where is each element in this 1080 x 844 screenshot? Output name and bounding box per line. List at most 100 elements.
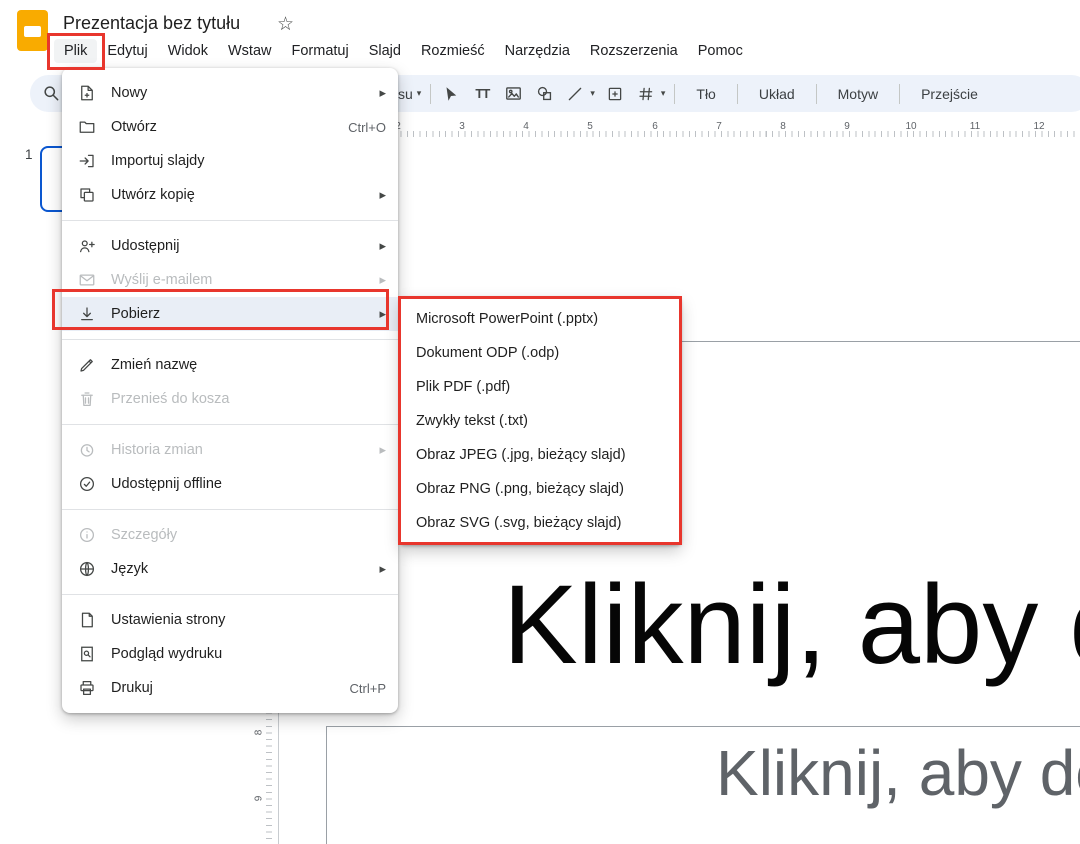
menu-item-udostepnij[interactable]: Udostępnij ▸ xyxy=(62,229,398,263)
chevron-down-icon[interactable]: ▾ xyxy=(661,88,666,99)
ruler-number: 7 xyxy=(716,121,722,132)
menu-divider xyxy=(62,220,398,221)
ruler-number: 10 xyxy=(905,121,916,132)
submenu-arrow-icon: ▸ xyxy=(379,272,386,288)
menu-slajd[interactable]: Slajd xyxy=(359,39,411,63)
grid-tool-icon[interactable] xyxy=(635,83,657,105)
text-tool-icon[interactable]: TT xyxy=(471,83,493,105)
menu-edytuj[interactable]: Edytuj xyxy=(97,39,157,63)
menu-item-label: Zmień nazwę xyxy=(111,357,386,373)
menu-item-label: Drukuj xyxy=(111,680,350,696)
offline-check-circle-icon xyxy=(78,475,98,493)
menu-item-pobierz[interactable]: Pobierz ▸ xyxy=(62,297,398,331)
ruler-number: 12 xyxy=(1033,121,1044,132)
submenu-item-png[interactable]: Obraz PNG (.png, bieżący slajd) xyxy=(400,472,681,506)
zoom-dropdown[interactable]: su xyxy=(398,86,413,102)
file-menu: Nowy ▸ Otwórz Ctrl+O Importuj slajdy Utw… xyxy=(62,68,398,713)
menu-item-label: Wyślij e-mailem xyxy=(111,272,371,288)
toolbar-divider xyxy=(899,84,900,104)
menu-divider xyxy=(62,594,398,595)
theme-button[interactable]: Motyw xyxy=(826,86,890,102)
horizontal-ruler-ticks xyxy=(285,131,1077,137)
submenu-item-odp[interactable]: Dokument ODP (.odp) xyxy=(400,336,681,370)
menu-item-label: Pobierz xyxy=(111,306,371,322)
transition-button[interactable]: Przejście xyxy=(909,86,990,102)
slide-number: 1 xyxy=(25,147,33,162)
menu-item-label: Podgląd wydruku xyxy=(111,646,386,662)
menu-item-drukuj[interactable]: Drukuj Ctrl+P xyxy=(62,671,398,705)
menu-item-zmien-nazwe[interactable]: Zmień nazwę xyxy=(62,348,398,382)
menu-item-przenies-do-kosza[interactable]: Przenieś do kosza xyxy=(62,382,398,416)
import-slides-icon xyxy=(78,152,98,170)
submenu-item-pdf[interactable]: Plik PDF (.pdf) xyxy=(400,370,681,404)
menu-item-label: Importuj slajdy xyxy=(111,153,386,169)
page-setup-icon xyxy=(78,611,98,629)
toolbar-divider xyxy=(816,84,817,104)
submenu-item-txt[interactable]: Zwykły tekst (.txt) xyxy=(400,404,681,438)
chevron-down-icon[interactable]: ▾ xyxy=(417,88,422,99)
shape-tool-icon[interactable] xyxy=(533,83,555,105)
email-icon xyxy=(78,271,98,289)
menu-item-otworz[interactable]: Otwórz Ctrl+O xyxy=(62,110,398,144)
menu-narzedzia[interactable]: Narzędzia xyxy=(495,39,580,63)
copy-icon xyxy=(78,186,98,204)
trash-icon xyxy=(78,390,98,408)
menu-rozszerzenia[interactable]: Rozszerzenia xyxy=(580,39,688,63)
menu-pomoc[interactable]: Pomoc xyxy=(688,39,753,63)
menu-item-podglad-wydruku[interactable]: Podgląd wydruku xyxy=(62,637,398,671)
ruler-number: 9 xyxy=(844,121,850,132)
submenu-arrow-icon: ▸ xyxy=(379,85,386,101)
textbox-tool-icon[interactable] xyxy=(604,83,626,105)
menu-item-label: Ustawienia strony xyxy=(111,612,386,628)
search-icon[interactable] xyxy=(41,83,61,103)
submenu-arrow-icon: ▸ xyxy=(379,306,386,322)
star-icon[interactable]: ☆ xyxy=(277,13,294,36)
submenu-arrow-icon: ▸ xyxy=(379,561,386,577)
slide-subtitle-placeholder[interactable]: Kliknij, aby dodać podtytuł xyxy=(716,740,1080,807)
download-submenu: Microsoft PowerPoint (.pptx) Dokument OD… xyxy=(400,297,681,545)
menu-item-wyslij-emailem[interactable]: Wyślij e-mailem ▸ xyxy=(62,263,398,297)
rename-pencil-icon xyxy=(78,356,98,374)
menu-plik[interactable]: Plik xyxy=(54,39,97,63)
document-title[interactable]: Prezentacja bez tytułu xyxy=(63,13,240,34)
select-tool-icon[interactable] xyxy=(440,83,462,105)
menu-divider xyxy=(62,509,398,510)
menu-item-utworz-kopie[interactable]: Utwórz kopię ▸ xyxy=(62,178,398,212)
submenu-item-jpeg[interactable]: Obraz JPEG (.jpg, bieżący slajd) xyxy=(400,438,681,472)
insert-image-icon[interactable] xyxy=(502,83,524,105)
new-document-icon xyxy=(78,84,98,102)
chevron-down-icon[interactable]: ▾ xyxy=(590,88,595,99)
menu-item-label: Udostępnij xyxy=(111,238,371,254)
ruler-number: 3 xyxy=(459,121,465,132)
menu-item-historia-zmian[interactable]: Historia zmian ▸ xyxy=(62,433,398,467)
menu-rozmiesc[interactable]: Rozmieść xyxy=(411,39,495,63)
menu-item-szczegoly[interactable]: Szczegóły xyxy=(62,518,398,552)
menu-item-label: Otwórz xyxy=(111,119,348,135)
menu-item-nowy[interactable]: Nowy ▸ xyxy=(62,76,398,110)
menu-item-label: Szczegóły xyxy=(111,527,386,543)
menu-item-udostepnij-offline[interactable]: Udostępnij offline xyxy=(62,467,398,501)
menu-item-jezyk[interactable]: Język ▸ xyxy=(62,552,398,586)
menu-item-label: Język xyxy=(111,561,371,577)
folder-open-icon xyxy=(78,118,98,136)
line-tool-icon[interactable] xyxy=(564,83,586,105)
menu-item-shortcut: Ctrl+P xyxy=(350,681,386,696)
menu-item-shortcut: Ctrl+O xyxy=(348,120,386,135)
submenu-item-svg[interactable]: Obraz SVG (.svg, bieżący slajd) xyxy=(400,506,681,540)
submenu-arrow-icon: ▸ xyxy=(379,238,386,254)
menu-item-ustawienia-strony[interactable]: Ustawienia strony xyxy=(62,603,398,637)
background-button[interactable]: Tło xyxy=(684,86,727,102)
menu-wstaw[interactable]: Wstaw xyxy=(218,39,282,63)
ruler-number: 4 xyxy=(523,121,529,132)
printer-icon xyxy=(78,679,98,697)
slide-title-placeholder[interactable]: Kliknij, aby dodać tytuł xyxy=(503,566,1080,684)
menu-formatuj[interactable]: Formatuj xyxy=(281,39,358,63)
download-icon xyxy=(78,305,98,323)
submenu-item-pptx[interactable]: Microsoft PowerPoint (.pptx) xyxy=(400,302,681,336)
toolbar-divider xyxy=(430,84,431,104)
ruler-number: 8 xyxy=(780,121,786,132)
menu-item-importuj-slajdy[interactable]: Importuj slajdy xyxy=(62,144,398,178)
layout-button[interactable]: Układ xyxy=(747,86,807,102)
google-slides-logo-icon[interactable] xyxy=(17,10,48,51)
menu-widok[interactable]: Widok xyxy=(158,39,218,63)
